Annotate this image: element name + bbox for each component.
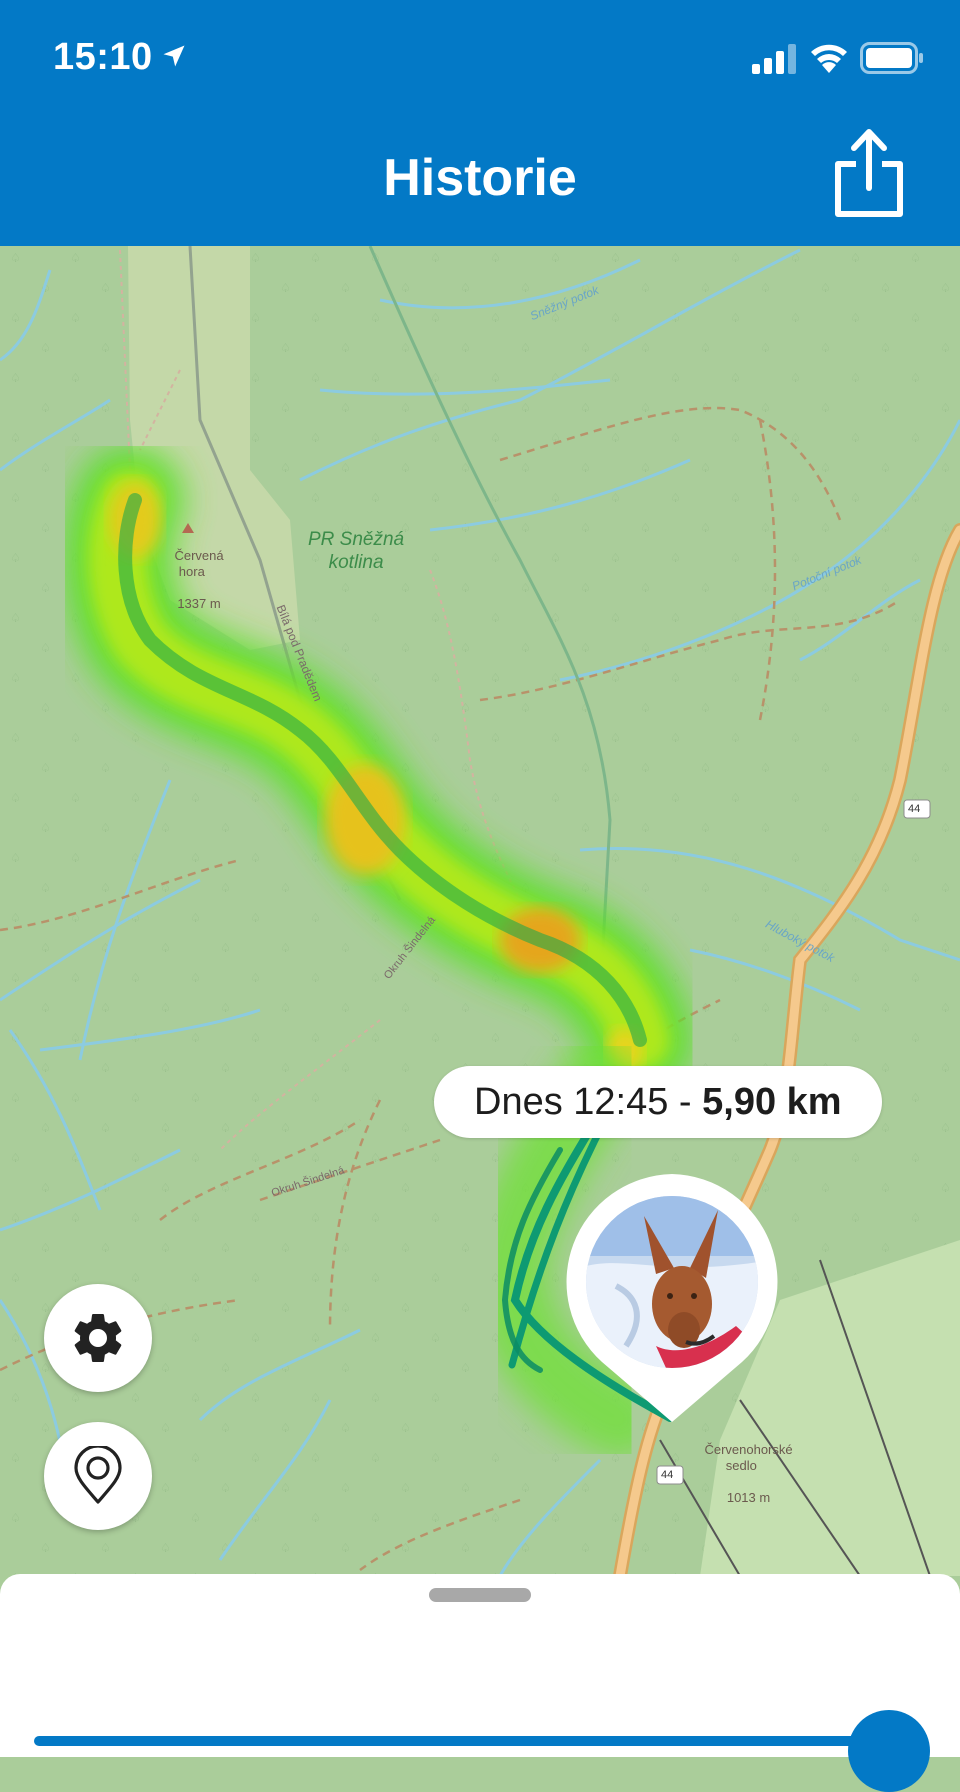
track-time-distance-label: Dnes 12:45 - 5,90 km: [434, 1066, 882, 1138]
pet-location-pin[interactable]: [562, 1172, 782, 1432]
status-time: 15:10: [53, 36, 153, 78]
page-title: Historie: [383, 149, 577, 207]
pet-avatar: [586, 1196, 758, 1368]
saddle-elevation: 1013 m: [726, 1490, 771, 1505]
map-settings-button[interactable]: [44, 1284, 152, 1392]
timeline-slider-thumb[interactable]: [848, 1710, 930, 1792]
track-time: Dnes 12:45 -: [474, 1081, 703, 1123]
timeline-slider-track[interactable]: [34, 1736, 914, 1746]
peak-name: Červená hora: [174, 548, 224, 579]
center-location-button[interactable]: [44, 1422, 152, 1530]
sheet-grabber[interactable]: [429, 1588, 531, 1602]
gear-icon: [74, 1313, 122, 1362]
road-number-1: 44: [908, 803, 921, 815]
road-number-2: 44: [661, 1469, 674, 1481]
peak-elevation: 1337 m: [177, 596, 221, 611]
app-header: 15:10 Historie: [0, 0, 960, 246]
wifi-icon: [811, 44, 847, 73]
saddle-name: Červenohorské sedlo: [704, 1442, 793, 1473]
location-pin-icon: [74, 1446, 122, 1504]
peak-label: Červená hora 1337 m: [160, 532, 224, 628]
battery-icon: [860, 42, 923, 74]
map-canvas[interactable]: ♤ ♤: [0, 246, 960, 1576]
reserve-label: PR Sněžná kotlina: [308, 529, 405, 573]
cellular-signal-icon: [752, 44, 796, 74]
history-bottom-sheet[interactable]: [0, 1574, 960, 1792]
share-icon[interactable]: [830, 126, 908, 220]
map-view[interactable]: ♤ ♤: [0, 246, 960, 1576]
location-arrow-icon: [163, 45, 185, 67]
saddle-label: Červenohorské sedlo 1013 m: [690, 1426, 793, 1522]
track-distance: 5,90 km: [702, 1081, 842, 1123]
